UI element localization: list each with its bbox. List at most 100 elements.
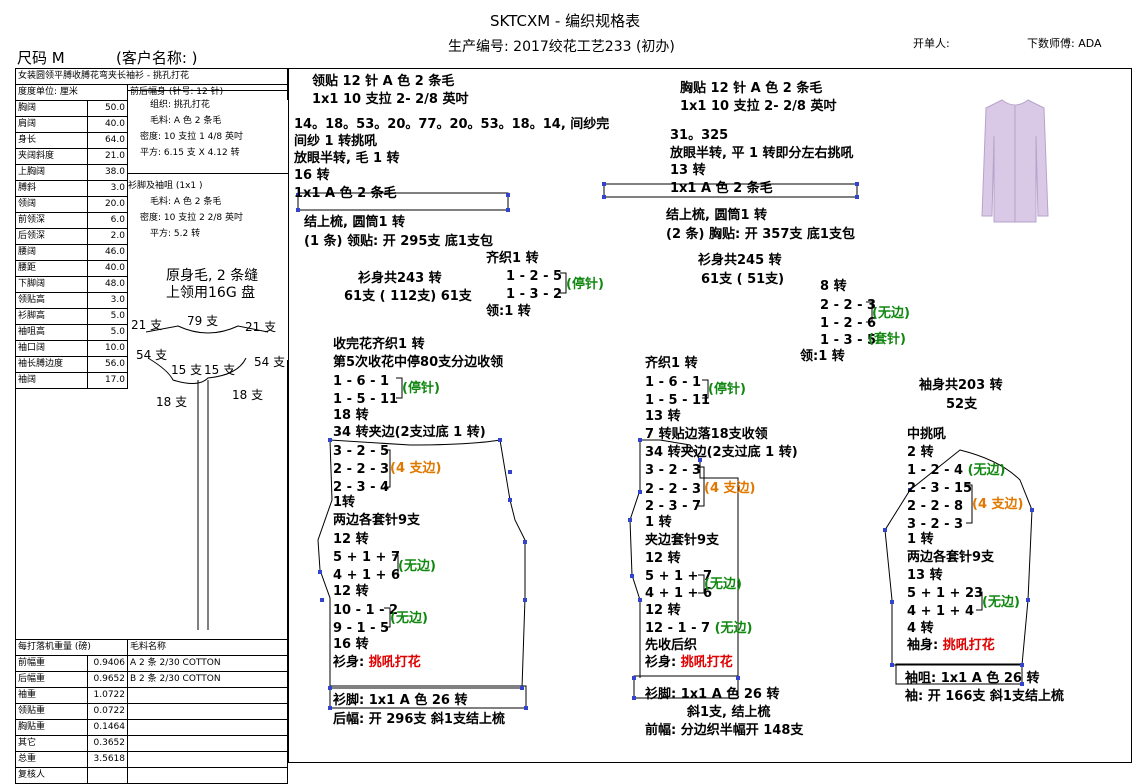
front-hem-finish: 斜1支, 结上梳: [687, 705, 771, 720]
sleeve-step: 中挑吼: [907, 427, 947, 442]
front-step: 齐织1 转: [645, 356, 698, 371]
sleeve-step: 2 转: [907, 445, 934, 460]
weight-name: 复核人: [15, 767, 88, 784]
front-step: 8 转: [820, 279, 847, 294]
front-tag: (停针): [708, 382, 746, 397]
front-step: 7 转贴边落18支收领: [645, 427, 768, 442]
sleeve-step: 1 转: [907, 532, 934, 547]
collar-summary: (1 条) 领贴: 开 295支 底1支包: [304, 234, 493, 249]
placket-rib: 1x1 A 色 2 条毛: [670, 181, 773, 196]
front-step: 领:1 转: [800, 349, 845, 364]
front-step: 34 转夹边(2支过底 1 转): [645, 445, 798, 460]
back-body-stitch: 衫身: 挑吼打花: [333, 654, 421, 671]
sleeve-needles: 52支: [946, 397, 978, 412]
front-body-needles: 61支 ( 51支): [701, 272, 785, 287]
sleeve-pattern: 挑吼打花: [942, 638, 995, 653]
sleeve-step-value: 1 - 2 - 4: [907, 463, 968, 478]
sleeve-tag: (无边): [967, 463, 1006, 478]
collar-title: 领贴 12 针 A 色 2 条毛: [312, 74, 455, 89]
back-tag: (停针): [566, 277, 604, 292]
back-hem: 衫脚: 1x1 A 色 26 转: [333, 693, 468, 708]
back-summary: 后幅: 开 296支 斜1支结上梳: [333, 712, 505, 727]
front-body-stitch: 衫身: 挑吼打花: [645, 654, 733, 671]
front-step: 先收后织: [645, 638, 698, 653]
placket-density: 1x1 10 支拉 2- 2/8 英吋: [680, 99, 837, 114]
back-tag: (4 支边): [390, 461, 442, 476]
placket-finish: 结上梳, 圆筒1 转: [666, 208, 768, 223]
placket-summary: (2 条) 胸贴: 开 357支 底1支包: [666, 227, 855, 242]
back-step: 12 转: [333, 584, 369, 599]
front-step: 5 + 1 + 7: [645, 569, 713, 584]
placket-step: 31。325: [670, 128, 729, 143]
front-step: 1 转: [645, 515, 672, 530]
front-step: 12 转: [645, 603, 681, 618]
back-step: 12 转: [333, 532, 369, 547]
sleeve-cuff: 袖咀: 1x1 A 色 26 转: [905, 671, 1040, 686]
back-step: 1 - 6 - 1: [333, 374, 390, 389]
sleeve-summary: 袖: 开 166支 斜1支结上梳: [905, 689, 1064, 704]
front-summary: 前幅: 分边织半幅开 148支: [645, 723, 804, 738]
back-tag: (无边): [390, 611, 428, 626]
front-step: 3 - 2 - 3: [645, 463, 702, 478]
front-tag: (无边): [872, 306, 910, 321]
sleeve-total: 袖身共203 转: [919, 378, 1003, 393]
placket-title: 胸贴 12 针 A 色 2 条毛: [680, 81, 823, 96]
front-step: 12 - 1 - 7 (无边): [645, 620, 753, 637]
back-tag: (无边): [398, 559, 436, 574]
back-step: 9 - 1 - 5: [333, 621, 390, 636]
back-step: 10 - 1 - 2: [333, 603, 399, 618]
collar-step: 放眼半转, 毛 1 转: [294, 151, 400, 166]
collar-finish: 结上梳, 圆筒1 转: [304, 215, 406, 230]
front-body-label: 衫身:: [645, 655, 681, 670]
sleeve-body-label: 袖身:: [907, 638, 943, 653]
back-step: 16 转: [333, 637, 369, 652]
back-step: 收完花齐织1 转: [333, 337, 425, 352]
back-step: 两边各套针9支: [333, 513, 421, 528]
front-tag: (无边): [704, 577, 742, 592]
back-step: 1 - 3 - 2: [506, 287, 563, 302]
collar-rib: 1x1 A 色 2 条毛: [294, 186, 397, 201]
sleeve-body-stitch: 袖身: 挑吼打花: [907, 637, 995, 654]
front-step: 12 转: [645, 551, 681, 566]
front-step: 1 - 5 - 11: [645, 393, 711, 408]
sleeve-step: 1 - 2 - 4 (无边): [907, 462, 1005, 479]
front-step: 2 - 2 - 3: [645, 482, 702, 497]
weight-value: [87, 767, 128, 784]
back-step: 1转: [333, 495, 356, 510]
back-step: 领:1 转: [486, 304, 531, 319]
collar-step: 间纱 1 转挑吼: [294, 134, 378, 149]
sleeve-step: 4 + 1 + 4: [907, 604, 975, 619]
sleeve-step: 2 - 3 - 15: [907, 481, 973, 496]
front-step-value: 12 - 1 - 7: [645, 621, 715, 636]
weight-row: 复核人: [15, 767, 288, 784]
sleeve-step: 2 - 2 - 8: [907, 499, 964, 514]
front-step: 4 + 1 + 6: [645, 586, 713, 601]
front-hem: 衫脚: 1x1 A 色 26 转: [645, 687, 780, 702]
sleeve-step: 4 转: [907, 621, 934, 636]
front-step: 1 - 2 - 6: [820, 316, 877, 331]
back-step: 4 + 1 + 6: [333, 568, 401, 583]
back-step: 3 - 2 - 5: [333, 444, 390, 459]
back-step: 齐织1 转: [486, 251, 539, 266]
front-tag: (套针): [868, 332, 906, 347]
front-step: 2 - 3 - 7: [645, 499, 702, 514]
back-step: 1 - 5 - 11: [333, 392, 399, 407]
back-step: 18 转: [333, 408, 369, 423]
back-step: 第5次收花中停80支分边收领: [333, 355, 504, 370]
sleeve-tag: (无边): [982, 595, 1020, 610]
sleeve-step: 5 + 1 + 23: [907, 586, 984, 601]
back-step: 1 - 2 - 5: [506, 269, 563, 284]
front-body-total: 衫身共245 转: [698, 253, 782, 268]
sleeve-tag: (4 支边): [972, 497, 1024, 512]
back-tag: (停针): [402, 381, 440, 396]
collar-sequence: 14。18。53。20。77。20。53。18。14, 间纱完: [294, 117, 610, 132]
collar-density: 1x1 10 支拉 2- 2/8 英吋: [312, 92, 469, 107]
front-step: 夹边套针9支: [645, 533, 720, 548]
back-step: 2 - 2 - 3: [333, 462, 390, 477]
front-tag: (无边): [714, 621, 753, 636]
back-body-needles: 61支 ( 112支) 61支: [344, 289, 472, 304]
front-step: 13 转: [645, 409, 681, 424]
front-pattern: 挑吼打花: [680, 655, 733, 670]
sleeve-step: 两边各套针9支: [907, 550, 995, 565]
back-body-label: 衫身:: [333, 655, 369, 670]
